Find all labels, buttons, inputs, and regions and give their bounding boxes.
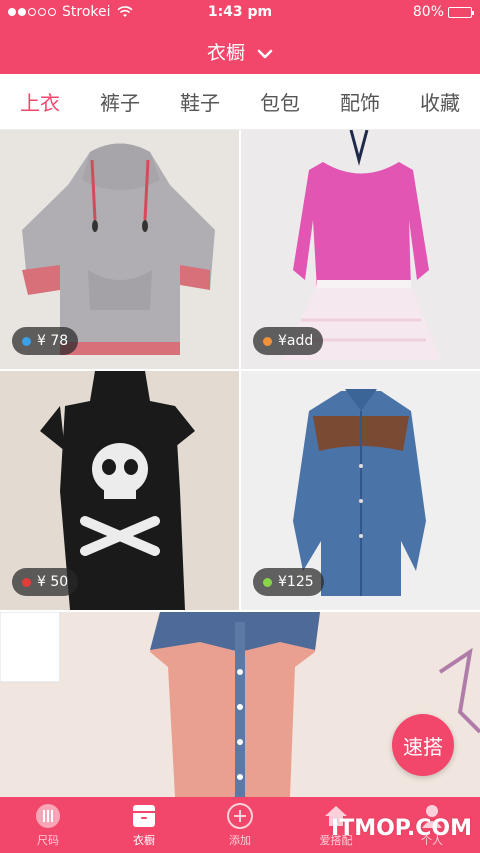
status-time: 1:43 pm [207, 4, 273, 20]
price-badge: ¥125 [253, 568, 324, 596]
ruler-icon [36, 804, 60, 828]
tab-tops[interactable]: 上衣 [14, 87, 66, 116]
color-dot [263, 577, 272, 587]
price-label: ¥ 50 [37, 574, 69, 590]
tab-pants[interactable]: 裤子 [94, 87, 146, 116]
clothing-item[interactable]: ¥ 50 [0, 371, 239, 610]
nav-wardrobe[interactable]: 衣橱 [96, 797, 192, 853]
quick-match-label: 速搭 [403, 734, 443, 759]
page-title: 衣橱 [206, 42, 245, 64]
wardrobe-icon [133, 805, 155, 827]
clothing-item[interactable]: ¥125 [241, 371, 480, 610]
price-badge: ¥add [253, 327, 324, 355]
battery-percent: 80% [412, 4, 444, 20]
add-icon [227, 803, 253, 829]
watermark: ITMOP.COM [331, 816, 472, 841]
color-dot [263, 336, 272, 346]
color-dot [22, 577, 31, 587]
quick-match-button[interactable]: 速搭 [392, 714, 454, 776]
tab-accessories[interactable]: 配饰 [334, 87, 386, 116]
nav-size[interactable]: 尺码 [0, 797, 96, 853]
nav-add[interactable]: 添加 [192, 797, 288, 853]
status-bar: Strokei 1:43 pm 80% [0, 0, 480, 26]
clothing-item[interactable]: ¥ 78 [0, 130, 239, 369]
color-dot [22, 336, 31, 346]
price-badge: ¥ 78 [12, 327, 79, 355]
nav-wardrobe-label: 衣橱 [133, 834, 155, 847]
price-label: ¥add [278, 333, 314, 349]
nav-add-label: 添加 [229, 834, 251, 847]
clothing-item[interactable]: ¥add [241, 130, 480, 369]
tab-shoes[interactable]: 鞋子 [174, 87, 226, 116]
top-bar: Strokei 1:43 pm 80% 衣橱 [0, 0, 480, 74]
price-badge: ¥ 50 [12, 568, 79, 596]
wardrobe-title-dropdown[interactable]: 衣橱 [0, 38, 480, 65]
tab-bags[interactable]: 包包 [254, 87, 306, 116]
tab-favorites[interactable]: 收藏 [414, 87, 466, 116]
nav-size-label: 尺码 [37, 834, 59, 847]
price-label: ¥125 [278, 574, 314, 590]
battery-icon [448, 6, 474, 18]
chevron-down-icon [257, 49, 273, 58]
price-label: ¥ 78 [37, 333, 69, 349]
category-tabs: 上衣 裤子 鞋子 包包 配饰 收藏 [0, 74, 480, 130]
